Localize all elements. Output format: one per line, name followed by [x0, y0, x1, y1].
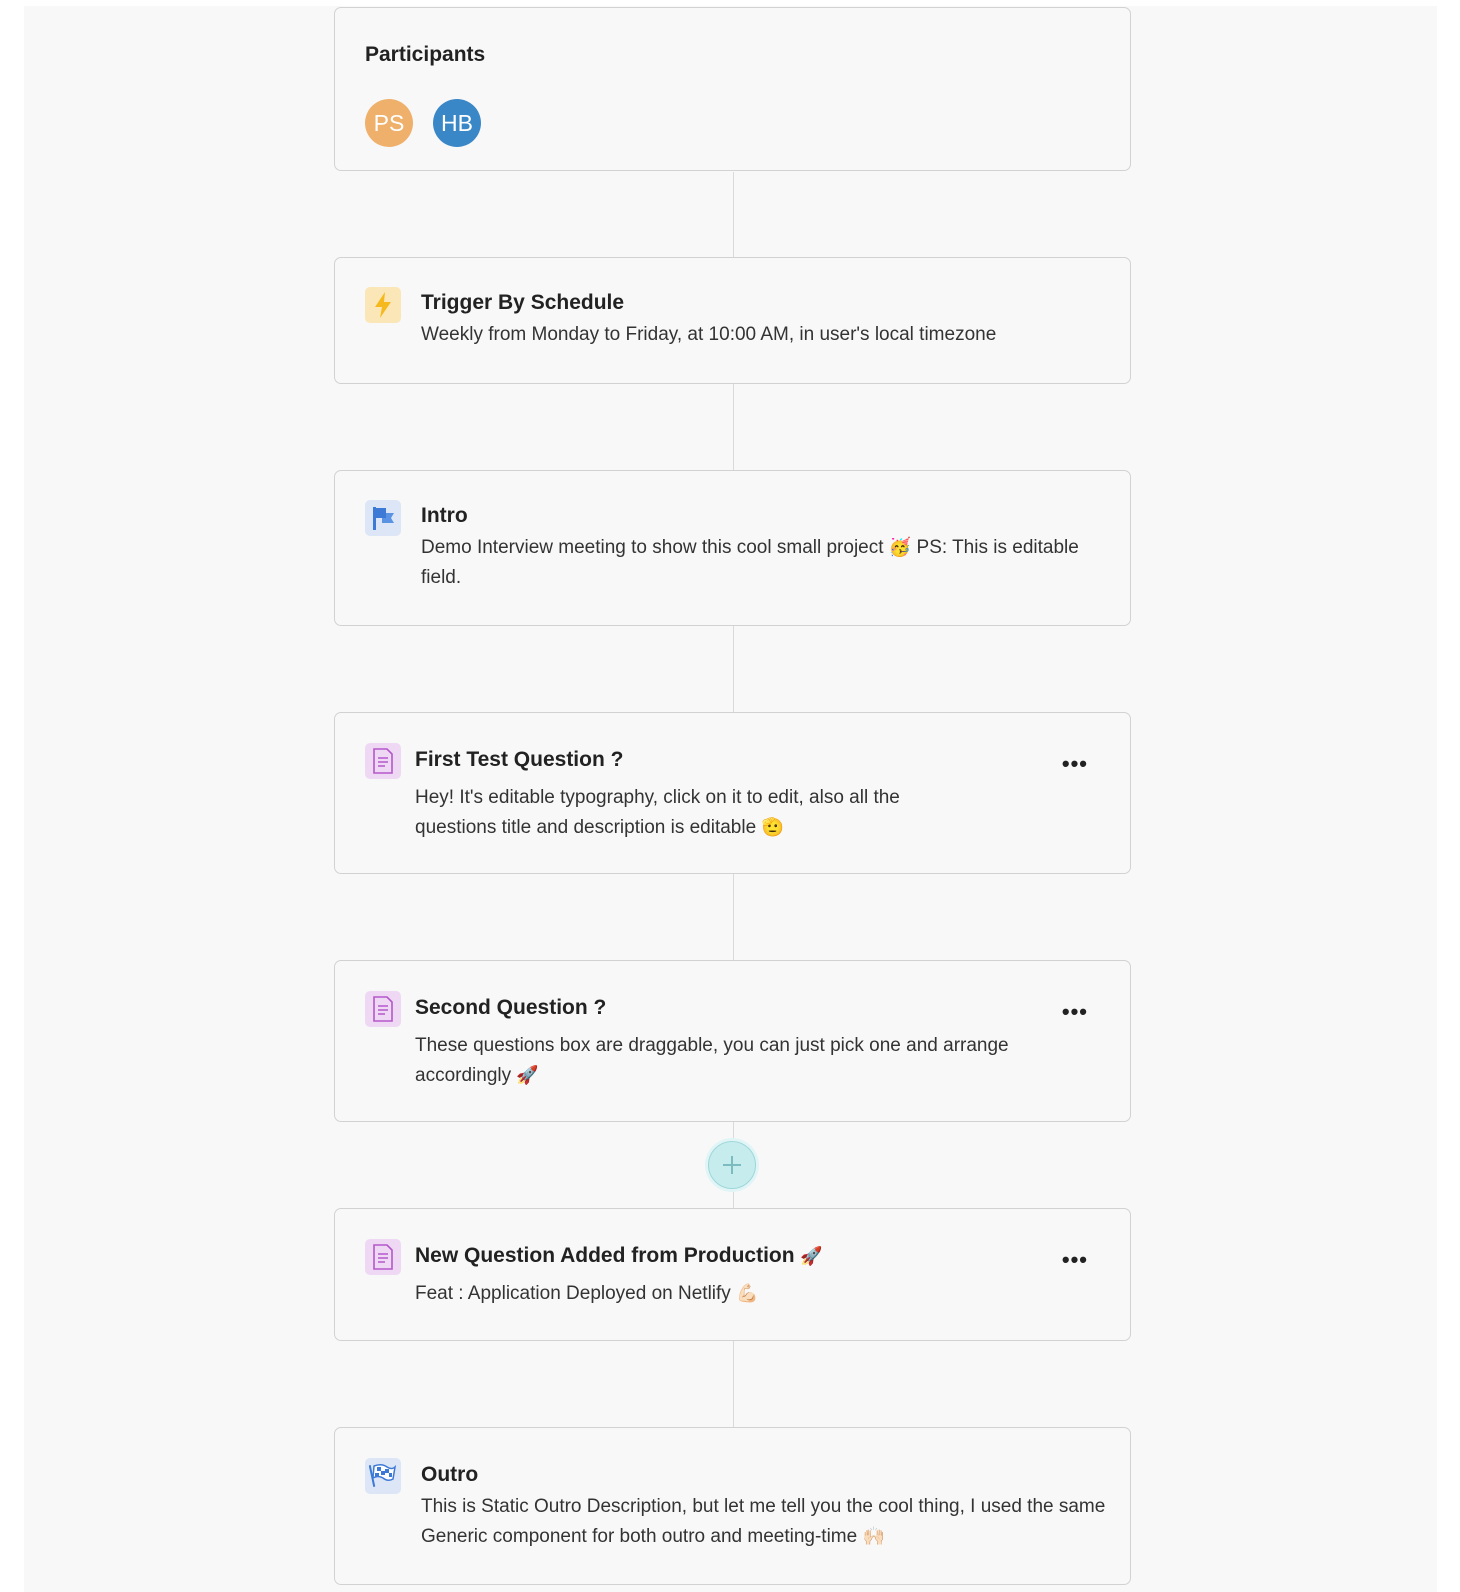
connector-line [733, 384, 734, 470]
flag-icon [365, 500, 401, 536]
question-title[interactable]: First Test Question ? [415, 747, 623, 773]
avatar-initials: PS [373, 109, 405, 136]
avatar-ps[interactable]: PS [365, 99, 413, 147]
document-icon [365, 1239, 401, 1275]
document-icon [365, 991, 401, 1027]
question-description[interactable]: Feat : Application Deployed on Netlify 💪… [415, 1279, 1015, 1309]
document-icon [365, 743, 401, 779]
trigger-description[interactable]: Weekly from Monday to Friday, at 10:00 A… [421, 320, 996, 350]
question-title[interactable]: Second Question ? [415, 995, 606, 1021]
connector-line [733, 1341, 734, 1427]
question-title-text: New Question Added from Production [415, 1244, 795, 1267]
saluting-emoji: 🫡 [761, 817, 784, 838]
more-options-button[interactable]: ••• [1062, 1001, 1088, 1023]
intro-description-text: Demo Interview meeting to show this cool… [421, 537, 884, 558]
rocket-emoji: 🚀 [800, 1246, 823, 1267]
question-card[interactable]: First Test Question ? ••• Hey! It's edit… [334, 712, 1131, 874]
checkered-flag-icon [365, 1458, 401, 1494]
intro-title[interactable]: Intro [421, 503, 468, 529]
avatar-hb[interactable]: HB [433, 99, 481, 147]
intro-description[interactable]: Demo Interview meeting to show this cool… [421, 533, 1101, 593]
outro-description[interactable]: This is Static Outro Description, but le… [421, 1492, 1111, 1552]
participants-card: Participants PS HB [334, 7, 1131, 171]
outro-card[interactable]: Outro This is Static Outro Description, … [334, 1427, 1131, 1585]
flexed-biceps-emoji: 💪🏻 [736, 1283, 759, 1304]
trigger-card[interactable]: Trigger By Schedule Weekly from Monday t… [334, 257, 1131, 384]
more-options-button[interactable]: ••• [1062, 753, 1088, 775]
question-title[interactable]: New Question Added from Production 🚀 [415, 1243, 823, 1270]
avatar-initials: HB [441, 109, 473, 136]
plus-icon [723, 1156, 741, 1174]
rocket-emoji: 🚀 [516, 1065, 539, 1086]
question-card[interactable]: Second Question ? ••• These questions bo… [334, 960, 1131, 1122]
question-card[interactable]: New Question Added from Production 🚀 •••… [334, 1208, 1131, 1341]
question-description[interactable]: Hey! It's editable typography, click on … [415, 783, 975, 843]
intro-card[interactable]: Intro Demo Interview meeting to show thi… [334, 470, 1131, 626]
outro-description-text: This is Static Outro Description, but le… [421, 1496, 1106, 1547]
question-description-text: Feat : Application Deployed on Netlify [415, 1283, 731, 1304]
add-question-button[interactable] [708, 1141, 756, 1189]
outro-title[interactable]: Outro [421, 1462, 478, 1488]
more-options-button[interactable]: ••• [1062, 1249, 1088, 1271]
question-description[interactable]: These questions box are draggable, you c… [415, 1031, 1015, 1091]
participants-title: Participants [365, 43, 486, 66]
question-description-text: Hey! It's editable typography, click on … [415, 787, 900, 838]
question-description-text: These questions box are draggable, you c… [415, 1035, 1009, 1086]
raising-hands-emoji: 🙌🏻 [862, 1526, 885, 1547]
party-face-emoji: 🥳 [888, 537, 912, 558]
lightning-icon [365, 287, 401, 323]
connector-line [733, 626, 734, 712]
trigger-title[interactable]: Trigger By Schedule [421, 290, 624, 316]
connector-line [733, 172, 734, 258]
connector-line [733, 874, 734, 960]
